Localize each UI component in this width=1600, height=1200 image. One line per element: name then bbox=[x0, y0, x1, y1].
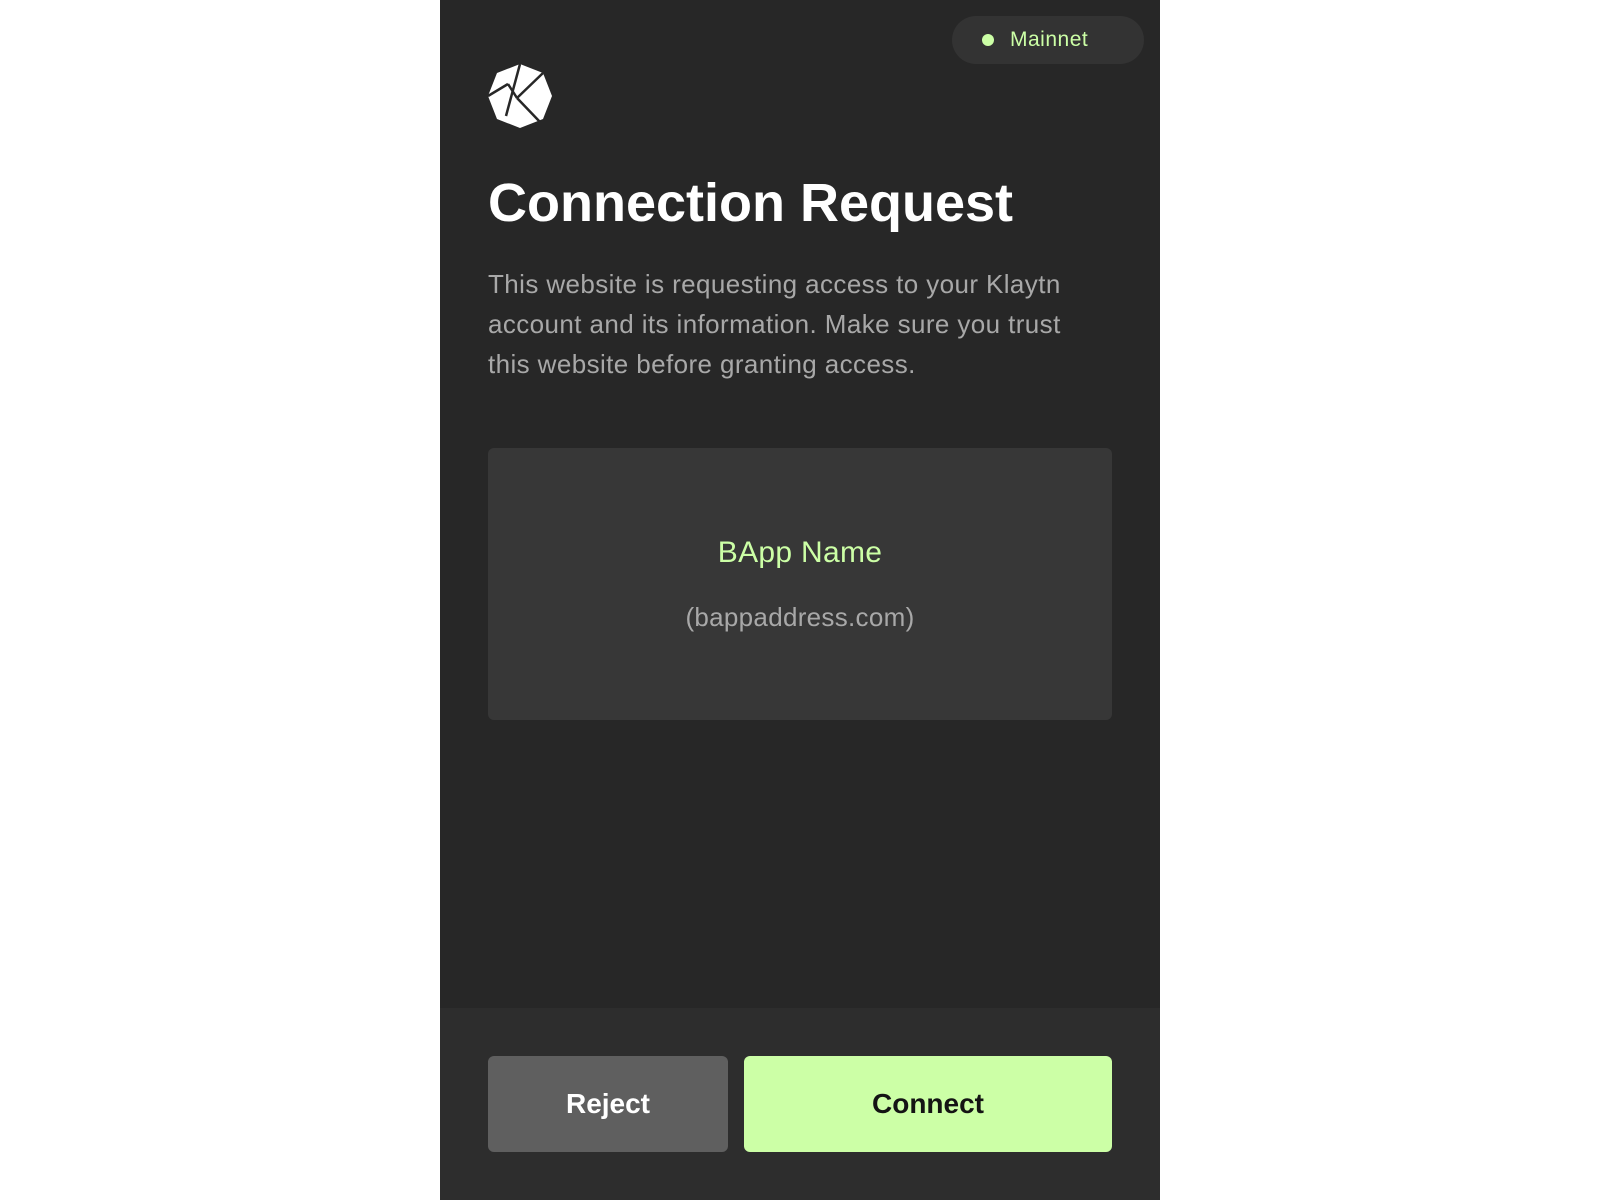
page-description: This website is requesting access to you… bbox=[488, 269, 1061, 379]
network-label: Mainnet bbox=[1010, 28, 1089, 51]
connection-request-popup: Mainnet Connection Request This website … bbox=[440, 0, 1160, 1200]
bapp-name: BApp Name bbox=[717, 536, 883, 569]
connect-button[interactable]: Connect bbox=[744, 1056, 1112, 1152]
page-title: Connection Request bbox=[488, 173, 1014, 233]
bapp-address: (bappaddress.com) bbox=[685, 602, 915, 632]
reject-button[interactable]: Reject bbox=[488, 1056, 728, 1152]
klaytn-logo-icon bbox=[488, 64, 552, 128]
network-selector[interactable]: Mainnet bbox=[952, 16, 1144, 64]
bapp-info-card: BApp Name (bappaddress.com) bbox=[488, 448, 1112, 720]
action-footer: Reject Connect bbox=[440, 1008, 1160, 1200]
network-status-dot bbox=[982, 34, 994, 46]
